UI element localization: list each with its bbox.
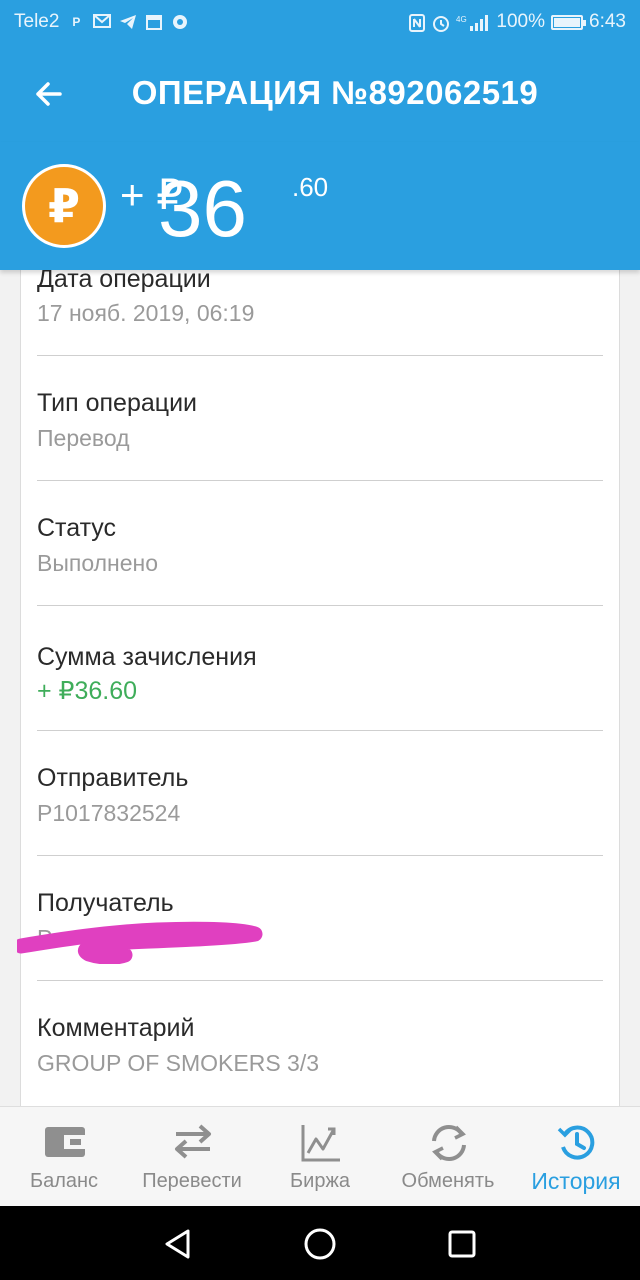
amount-header: ₽ + ₽ 36 .60 — [0, 142, 640, 270]
status-bar-left: Tele2 P — [14, 11, 189, 33]
detail-value-positive: + ₽36.60 — [37, 677, 138, 705]
detail-value: Перевод — [37, 425, 130, 451]
calendar-icon — [145, 14, 163, 30]
battery-fill — [554, 17, 581, 27]
detail-value: 17 нояб. 2019, 06:19 — [37, 300, 255, 326]
carrier-name: Tele2 — [14, 11, 60, 32]
detail-row-recipient: Получатель P — [17, 856, 603, 981]
detail-value: P1017832524 — [37, 800, 181, 826]
chrome-icon — [171, 14, 189, 30]
system-navigation-bar — [0, 1206, 640, 1280]
nav-label: Перевести — [142, 1170, 242, 1192]
status-bar: Tele2 P 4G 100% 6:43 — [0, 0, 640, 44]
nav-exchange-market[interactable]: Биржа — [256, 1107, 384, 1207]
detail-value: Выполнено — [37, 550, 159, 576]
battery-percent: 100% — [496, 11, 546, 32]
status-bar-right: 4G 100% 6:43 — [408, 11, 626, 33]
telegram-icon — [119, 14, 137, 30]
nav-swap[interactable]: Обменять — [384, 1107, 512, 1207]
history-icon — [557, 1125, 595, 1160]
wallet-icon — [45, 1127, 85, 1157]
page-title: ОПЕРАЦИЯ №892062519 — [131, 74, 539, 111]
detail-label: Статус — [37, 514, 117, 542]
app-bar: ОПЕРАЦИЯ №892062519 — [0, 44, 640, 142]
p-icon: P — [72, 15, 81, 29]
alarm-icon — [432, 14, 450, 32]
detail-row-sender: Отправитель P1017832524 — [37, 731, 603, 856]
bottom-nav: Баланс Перевести Биржа Обменять История — [0, 1106, 640, 1206]
clock: 6:43 — [589, 11, 626, 32]
amount-cents: .60 — [292, 172, 329, 202]
detail-label: Тип операции — [37, 389, 198, 417]
nav-label: Биржа — [290, 1170, 350, 1192]
detail-row-comment: Комментарий GROUP OF SMOKERS 3/3 — [37, 981, 603, 1106]
nav-label: История — [531, 1168, 621, 1194]
nav-label: Баланс — [29, 1170, 99, 1192]
battery-icon — [551, 14, 587, 30]
amount-integer: 36 — [158, 164, 247, 253]
operation-details-card: Дата операции 17 нояб. 2019, 06:19 Тип о… — [17, 240, 620, 1110]
recent-apps-square-icon[interactable] — [442, 1224, 482, 1264]
detail-row-type: Тип операции Перевод — [37, 356, 603, 481]
signal-4g-icon: 4G — [456, 14, 490, 31]
exchange-icon — [432, 1125, 466, 1161]
nav-label: Обменять — [401, 1170, 495, 1192]
nav-history[interactable]: История — [512, 1107, 640, 1207]
back-triangle-icon[interactable] — [158, 1224, 198, 1264]
coin-symbol: ₽ — [47, 180, 80, 232]
transfer-icon — [175, 1124, 211, 1159]
home-circle-icon[interactable] — [300, 1224, 340, 1264]
redaction-scribble — [17, 921, 263, 964]
detail-row-status: Статус Выполнено — [37, 481, 603, 606]
detail-label: Отправитель — [37, 764, 189, 792]
detail-label: Комментарий — [37, 1014, 195, 1042]
nfc-icon — [408, 14, 426, 32]
detail-label: Сумма зачисления — [37, 643, 257, 671]
ruble-coin-icon: ₽ — [22, 164, 106, 248]
nav-balance[interactable]: Баланс — [0, 1107, 128, 1207]
gmail-icon — [93, 14, 112, 30]
nav-transfer[interactable]: Перевести — [128, 1107, 256, 1207]
chart-icon — [301, 1125, 340, 1162]
detail-row-credit-amount: Сумма зачисления + ₽36.60 — [37, 606, 603, 731]
detail-value: GROUP OF SMOKERS 3/3 — [37, 1050, 320, 1076]
svg-text:4G: 4G — [456, 15, 467, 24]
